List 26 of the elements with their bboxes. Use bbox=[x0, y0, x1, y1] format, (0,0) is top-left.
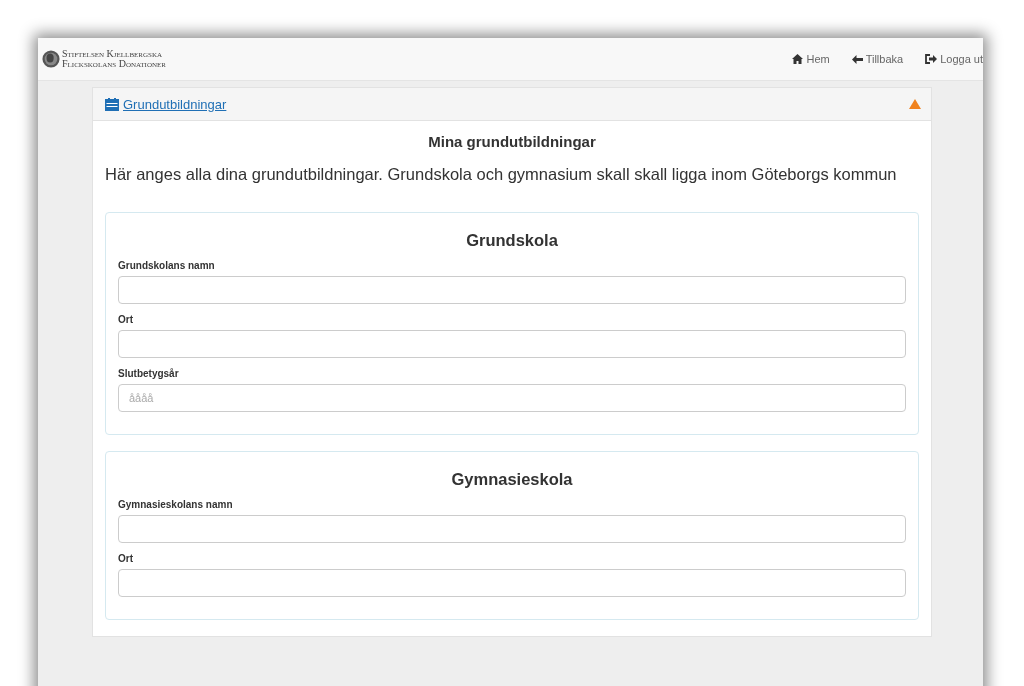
calendar-icon bbox=[105, 97, 119, 111]
home-icon bbox=[792, 54, 804, 64]
input-field[interactable]: åååå bbox=[118, 384, 906, 412]
input-field[interactable] bbox=[118, 569, 906, 597]
card-title: Grundskola bbox=[465, 231, 559, 250]
field-label: Slutbetygsår bbox=[118, 368, 180, 379]
field-label: Gymnasieskolans namn bbox=[118, 499, 234, 510]
input-field[interactable] bbox=[118, 276, 906, 304]
input-field[interactable] bbox=[118, 330, 906, 358]
nav-link[interactable]: Tillbaka bbox=[851, 53, 904, 65]
panel-title-link[interactable]: Grundutbildningar bbox=[105, 96, 227, 112]
left-arrow-icon bbox=[851, 54, 863, 64]
nav-link[interactable]: Hem bbox=[792, 53, 830, 65]
nav-link[interactable]: Logga ut bbox=[925, 53, 983, 65]
field-label: Ort bbox=[118, 314, 134, 325]
medallion-logo bbox=[42, 50, 60, 68]
brand-name: Stiftelsen Kjellbergska bbox=[62, 49, 163, 59]
collapse-triangle-icon[interactable] bbox=[909, 99, 921, 109]
brand-name: Flickskolans Donationer bbox=[62, 59, 166, 69]
field-label: Ort bbox=[118, 553, 134, 564]
input-field[interactable] bbox=[118, 515, 906, 543]
section-heading: Mina grundutbildningar bbox=[427, 133, 597, 150]
logout-icon bbox=[925, 54, 938, 64]
card-title: Gymnasieskola bbox=[450, 470, 574, 489]
field-label: Grundskolans namn bbox=[118, 260, 216, 271]
intro-text: Här anges alla dina grundutbildningar. Grundskola och gymnasium skall skall ligga inom Göteborgs kommun bbox=[105, 164, 898, 185]
